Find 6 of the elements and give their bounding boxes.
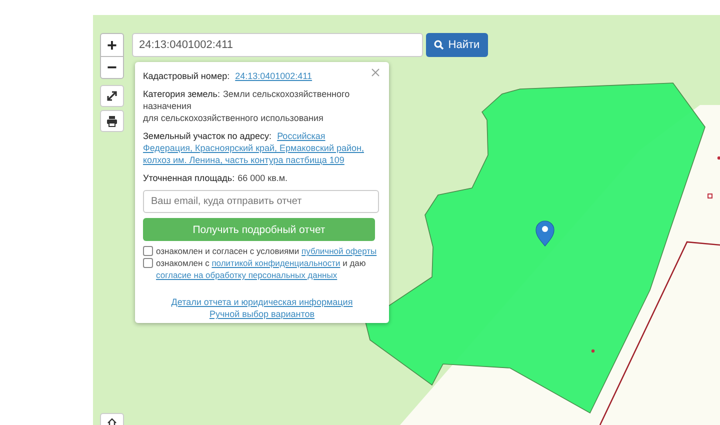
field-text: Категория земель: Земли сельскохозяйственного назначения для сельскохозяйственного использования <box>143 88 351 124</box>
field-label: Кадастровый номер: <box>143 71 230 81</box>
field-label: Земельный участок по адресу: <box>143 131 272 141</box>
consent-text: ознакомлен с политикой конфиденциальности и даю согласие на обработку персональных данных <box>156 257 367 281</box>
consent-text: ознакомлен и согласен с условиями публичной оферты <box>156 245 377 257</box>
field-text: Уточненная площадь: 66 000 кв.м. <box>143 172 289 184</box>
